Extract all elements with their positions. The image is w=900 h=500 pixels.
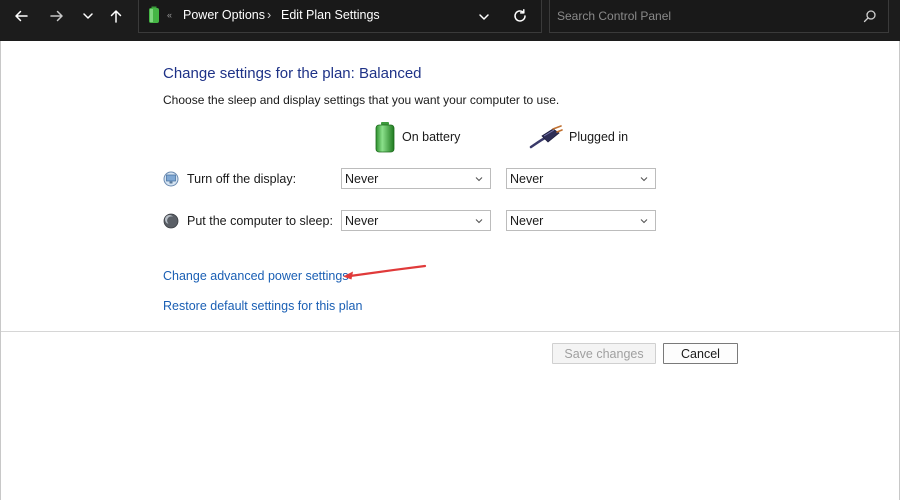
chevron-down-icon: [475, 219, 483, 224]
display-plugged-in-dropdown[interactable]: Never: [506, 168, 656, 189]
arrow-right-icon: [50, 10, 63, 22]
column-label-on-battery: On battery: [402, 130, 461, 144]
sleep-on-battery-value: Never: [345, 213, 379, 228]
search-icon[interactable]: [863, 9, 877, 23]
chevron-down-icon[interactable]: [477, 10, 491, 24]
back-button[interactable]: [9, 4, 33, 28]
restore-default-settings-link[interactable]: Restore default settings for this plan: [163, 299, 362, 313]
display-on-battery-dropdown[interactable]: Never: [341, 168, 491, 189]
arrow-up-icon: [110, 10, 122, 23]
sleep-plugged-in-dropdown[interactable]: Never: [506, 210, 656, 231]
display-plugged-in-value: Never: [510, 171, 544, 186]
row-computer-sleep: Put the computer to sleep:: [163, 211, 333, 231]
refresh-icon[interactable]: [512, 8, 528, 24]
save-changes-button[interactable]: Save changes: [552, 343, 656, 364]
chevron-down-icon: [83, 13, 93, 19]
monitor-icon: [163, 171, 179, 187]
row-turn-off-display: Turn off the display:: [163, 169, 296, 189]
moon-icon: [163, 213, 179, 229]
annotation-arrow-icon: [343, 264, 427, 280]
breadcrumb-separator: ›: [267, 8, 272, 22]
up-button[interactable]: [104, 4, 128, 28]
page-subtitle: Choose the sleep and display settings th…: [163, 93, 560, 107]
column-header-plugged-in: Plugged in: [529, 121, 628, 153]
divider: [1, 331, 899, 332]
plan-settings-panel: Change settings for the plan: Balanced C…: [0, 41, 900, 500]
power-plug-icon: [529, 125, 563, 149]
column-header-on-battery: On battery: [374, 121, 460, 153]
arrow-left-icon: [15, 10, 28, 22]
advanced-power-settings-link[interactable]: Change advanced power settings: [163, 269, 349, 283]
breadcrumb-edit-plan-settings[interactable]: Edit Plan Settings: [281, 8, 380, 22]
cancel-button[interactable]: Cancel: [663, 343, 738, 364]
sleep-plugged-in-value: Never: [510, 213, 544, 228]
row-label-sleep: Put the computer to sleep:: [187, 214, 333, 228]
chevron-down-icon: [640, 219, 648, 224]
display-on-battery-value: Never: [345, 171, 379, 186]
breadcrumb-overflow[interactable]: «: [167, 10, 172, 20]
search-input[interactable]: [557, 8, 847, 24]
page-title: Change settings for the plan: Balanced: [163, 65, 422, 82]
recent-locations-button[interactable]: [76, 4, 100, 28]
chevron-down-icon: [475, 177, 483, 182]
address-bar[interactable]: « Power Options › Edit Plan Settings: [138, 0, 542, 33]
forward-button[interactable]: [45, 4, 69, 28]
row-label-display: Turn off the display:: [187, 172, 297, 186]
column-label-plugged-in: Plugged in: [569, 130, 629, 144]
battery-icon: [375, 122, 395, 153]
breadcrumb-power-options[interactable]: Power Options: [183, 8, 265, 22]
chevron-down-icon: [640, 177, 648, 182]
navigation-bar: « Power Options › Edit Plan Settings: [0, 0, 900, 41]
search-box[interactable]: [549, 0, 889, 33]
sleep-on-battery-dropdown[interactable]: Never: [341, 210, 491, 231]
battery-icon: [149, 6, 159, 23]
